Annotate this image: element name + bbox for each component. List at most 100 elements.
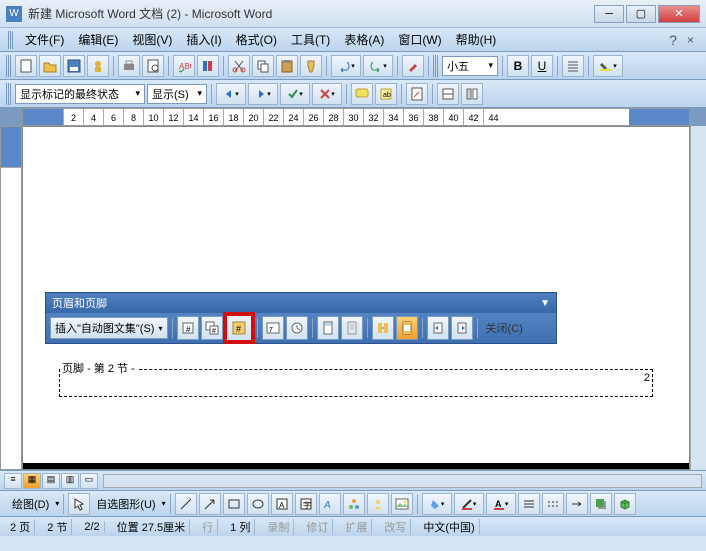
- new-comment-button[interactable]: [351, 83, 373, 105]
- format-page-number-button[interactable]: #: [225, 314, 253, 342]
- menu-view[interactable]: 视图(V): [126, 29, 178, 50]
- line-button[interactable]: [175, 493, 197, 515]
- clipart-button[interactable]: [367, 493, 389, 515]
- help-icon[interactable]: ?: [665, 32, 681, 48]
- reviewing-pane-button[interactable]: [437, 83, 459, 105]
- link-to-previous-button[interactable]: [372, 316, 394, 340]
- spellcheck-button[interactable]: ABC: [173, 55, 195, 77]
- undo-button[interactable]: ▾: [331, 55, 361, 77]
- close-header-footer-button[interactable]: 关闭(C): [482, 320, 527, 336]
- prev-change-button[interactable]: ▾: [216, 83, 246, 105]
- maximize-button[interactable]: ▢: [626, 5, 656, 23]
- underline-button[interactable]: U: [531, 55, 553, 77]
- menu-format[interactable]: 格式(O): [230, 29, 283, 50]
- format-painter-button[interactable]: [300, 55, 322, 77]
- status-rec[interactable]: 录制: [263, 519, 294, 535]
- normal-view-button[interactable]: ≡: [4, 473, 22, 489]
- highlight-button[interactable]: ab: [375, 83, 397, 105]
- reviewing-pane2-button[interactable]: [461, 83, 483, 105]
- cut-button[interactable]: [228, 55, 250, 77]
- web-view-button[interactable]: ▤: [42, 473, 60, 489]
- show-hide-doc-button[interactable]: [341, 316, 363, 340]
- textbox-button[interactable]: A: [271, 493, 293, 515]
- status-lang[interactable]: 中文(中国): [419, 519, 479, 535]
- grip-icon[interactable]: [8, 31, 13, 49]
- page-setup-button[interactable]: [317, 316, 339, 340]
- permission-button[interactable]: [87, 55, 109, 77]
- highlight-button[interactable]: ▾: [593, 55, 623, 77]
- grip-icon[interactable]: [6, 83, 11, 105]
- document-close-button[interactable]: ×: [683, 33, 698, 47]
- status-rev[interactable]: 修订: [302, 519, 333, 535]
- footer-edit-area[interactable]: 页脚 - 第 2 节 - 2: [59, 369, 653, 397]
- align-justify-button[interactable]: [562, 55, 584, 77]
- document-page[interactable]: 页眉和页脚 ▼ 插入"自动图文集"(S)▾ # # # 7: [22, 126, 690, 470]
- research-button[interactable]: [197, 55, 219, 77]
- options-arrow-icon[interactable]: ▼: [540, 298, 550, 309]
- status-ext[interactable]: 扩展: [341, 519, 372, 535]
- show-combo[interactable]: 显示(S)▾: [147, 84, 207, 104]
- menu-window[interactable]: 窗口(W): [392, 29, 447, 50]
- line-color-button[interactable]: ▾: [454, 493, 484, 515]
- status-ovr[interactable]: 改写: [380, 519, 411, 535]
- review-state-combo[interactable]: 显示标记的最终状态▾: [15, 84, 145, 104]
- menu-file[interactable]: 文件(F): [19, 29, 70, 50]
- rectangle-button[interactable]: [223, 493, 245, 515]
- 3d-button[interactable]: [614, 493, 636, 515]
- insert-date-button[interactable]: 7: [262, 316, 284, 340]
- picture-button[interactable]: [391, 493, 413, 515]
- menu-edit[interactable]: 编辑(E): [72, 29, 124, 50]
- grip-icon[interactable]: [433, 55, 438, 77]
- insert-page-count-button[interactable]: #: [201, 316, 223, 340]
- print-button[interactable]: [118, 55, 140, 77]
- header-footer-titlebar[interactable]: 页眉和页脚 ▼: [46, 293, 556, 313]
- bold-button[interactable]: B: [507, 55, 529, 77]
- insert-time-button[interactable]: [286, 316, 308, 340]
- track-changes-button[interactable]: [406, 83, 428, 105]
- insert-page-number-button[interactable]: #: [177, 316, 199, 340]
- diagram-button[interactable]: [343, 493, 365, 515]
- print-layout-view-button[interactable]: ▦: [23, 473, 41, 489]
- vertical-scrollbar[interactable]: [690, 126, 706, 470]
- show-next-button[interactable]: [451, 316, 473, 340]
- font-color-button[interactable]: A▾: [486, 493, 516, 515]
- autoshapes-menu[interactable]: 自选图形(U): [92, 496, 159, 512]
- switch-header-footer-button[interactable]: [396, 316, 418, 340]
- copy-button[interactable]: [252, 55, 274, 77]
- header-footer-toolbar[interactable]: 页眉和页脚 ▼ 插入"自动图文集"(S)▾ # # # 7: [45, 292, 557, 344]
- menu-help[interactable]: 帮助(H): [450, 29, 503, 50]
- insert-autotext-button[interactable]: 插入"自动图文集"(S)▾: [50, 317, 168, 339]
- dash-style-button[interactable]: [542, 493, 564, 515]
- reject-change-button[interactable]: ▾: [312, 83, 342, 105]
- menu-table[interactable]: 表格(A): [338, 29, 390, 50]
- wordart-button[interactable]: A: [319, 493, 341, 515]
- menu-insert[interactable]: 插入(I): [180, 29, 227, 50]
- outline-view-button[interactable]: ▥: [61, 473, 79, 489]
- horizontal-scrollbar[interactable]: [103, 474, 702, 488]
- menu-tools[interactable]: 工具(T): [285, 29, 336, 50]
- vertical-textbox-button[interactable]: 字: [295, 493, 317, 515]
- preview-button[interactable]: [142, 55, 164, 77]
- vertical-ruler[interactable]: [0, 126, 22, 470]
- ink-button[interactable]: [402, 55, 424, 77]
- fill-color-button[interactable]: ▾: [422, 493, 452, 515]
- oval-button[interactable]: [247, 493, 269, 515]
- paste-button[interactable]: [276, 55, 298, 77]
- shadow-button[interactable]: [590, 493, 612, 515]
- grip-icon[interactable]: [6, 55, 11, 77]
- font-size-combo[interactable]: 小五▾: [442, 56, 498, 76]
- draw-menu[interactable]: 绘图(D): [8, 496, 53, 512]
- arrow-button[interactable]: [199, 493, 221, 515]
- line-style-button[interactable]: [518, 493, 540, 515]
- new-button[interactable]: [15, 55, 37, 77]
- close-button[interactable]: ✕: [658, 5, 700, 23]
- arrow-style-button[interactable]: [566, 493, 588, 515]
- select-objects-button[interactable]: [68, 493, 90, 515]
- reading-view-button[interactable]: ▭: [80, 473, 98, 489]
- next-change-button[interactable]: ▾: [248, 83, 278, 105]
- save-button[interactable]: [63, 55, 85, 77]
- show-previous-button[interactable]: [427, 316, 449, 340]
- horizontal-ruler[interactable]: 2 4 6 8 10 12 14 16 18 20 22 24 26 28 30…: [22, 108, 690, 126]
- redo-button[interactable]: ▾: [363, 55, 393, 77]
- accept-change-button[interactable]: ▾: [280, 83, 310, 105]
